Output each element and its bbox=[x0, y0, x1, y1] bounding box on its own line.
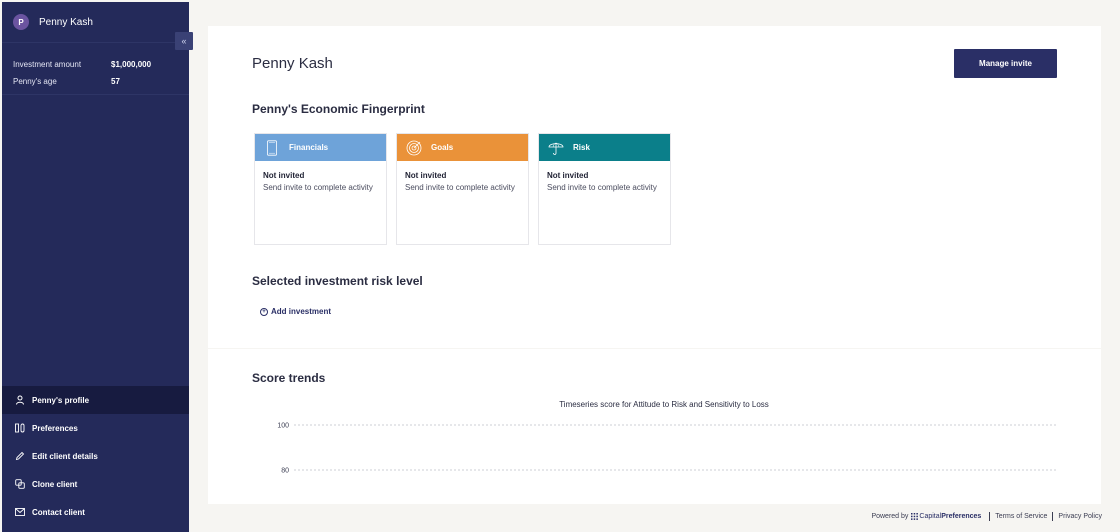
sidebar: P Penny Kash Investment amount $1,000,00… bbox=[2, 2, 189, 532]
fingerprint-cards: Financials Not invited Send invite to co… bbox=[254, 133, 671, 245]
sidebar-item-clone-client[interactable]: Clone client bbox=[2, 470, 189, 498]
sidebar-nav: Penny's profile Preferences Edit client … bbox=[2, 386, 189, 526]
risk-level-title: Selected investment risk level bbox=[252, 274, 423, 288]
card-header: Goals bbox=[397, 134, 528, 161]
brand-grid-icon bbox=[911, 513, 919, 520]
manage-invite-button[interactable]: Manage invite bbox=[954, 49, 1057, 78]
y-tick-label: 100 bbox=[277, 423, 289, 430]
card-status: Not invited bbox=[547, 171, 589, 180]
card-header: Risk bbox=[539, 134, 670, 161]
card-body: Not invited Send invite to complete acti… bbox=[539, 161, 670, 203]
sidebar-item-label: Penny's profile bbox=[32, 395, 90, 405]
footer-divider bbox=[1052, 512, 1054, 521]
fingerprint-title: Penny's Economic Fingerprint bbox=[252, 102, 425, 116]
footer-divider bbox=[989, 512, 991, 521]
info-value: $1,000,000 bbox=[111, 60, 152, 69]
page-title: Penny Kash bbox=[252, 55, 333, 72]
client-name: Penny Kash bbox=[39, 16, 93, 28]
card-title: Risk bbox=[573, 143, 590, 152]
sidebar-item-contact-client[interactable]: Contact client bbox=[2, 498, 189, 526]
info-value: 57 bbox=[111, 77, 120, 86]
sidebar-item-preferences[interactable]: Preferences bbox=[2, 414, 189, 442]
powered-by-text: Powered by bbox=[871, 513, 909, 520]
add-investment-label: Add investment bbox=[271, 307, 332, 316]
sidebar-header: P Penny Kash bbox=[2, 2, 189, 42]
umbrella-icon bbox=[547, 139, 565, 157]
card-description: Send invite to complete activity bbox=[547, 183, 657, 192]
clone-icon bbox=[15, 479, 25, 489]
card-status: Not invited bbox=[405, 171, 447, 180]
avatar: P bbox=[13, 14, 29, 30]
privacy-link[interactable]: Privacy Policy bbox=[1058, 513, 1102, 520]
sidebar-item-edit-client[interactable]: Edit client details bbox=[2, 442, 189, 470]
target-icon bbox=[405, 139, 423, 157]
add-investment-button[interactable]: + Add investment bbox=[260, 307, 331, 316]
sidebar-item-label: Preferences bbox=[32, 423, 78, 433]
info-label: Penny's age bbox=[13, 77, 57, 86]
card-body: Not invited Send invite to complete acti… bbox=[255, 161, 386, 203]
card-status: Not invited bbox=[263, 171, 305, 180]
score-trends-card: Score trends Timeseries score for Attitu… bbox=[208, 349, 1101, 504]
card-title: Goals bbox=[431, 143, 454, 152]
collapse-sidebar-button[interactable]: « bbox=[175, 32, 193, 50]
sidebar-item-profile[interactable]: Penny's profile bbox=[2, 386, 189, 414]
card-header: Financials bbox=[255, 134, 386, 161]
fingerprint-card-goals[interactable]: Goals Not invited Send invite to complet… bbox=[396, 133, 529, 245]
terms-link[interactable]: Terms of Service bbox=[995, 513, 1047, 520]
fingerprint-card-financials[interactable]: Financials Not invited Send invite to co… bbox=[254, 133, 387, 245]
sidebar-item-label: Contact client bbox=[32, 507, 85, 517]
card-description: Send invite to complete activity bbox=[405, 183, 515, 192]
profile-card: Penny Kash Manage invite Penny's Economi… bbox=[208, 26, 1101, 348]
brand-light: Capital bbox=[919, 513, 942, 520]
plus-circle-icon: + bbox=[260, 307, 268, 316]
sidebar-item-label: Edit client details bbox=[32, 451, 98, 461]
pencil-icon bbox=[15, 451, 25, 461]
brand-bold: Preferences bbox=[941, 513, 982, 520]
fingerprint-card-risk[interactable]: Risk Not invited Send invite to complete… bbox=[538, 133, 671, 245]
mail-icon bbox=[15, 507, 25, 517]
card-description: Send invite to complete activity bbox=[263, 183, 373, 192]
sidebar-item-label: Clone client bbox=[32, 479, 78, 489]
client-info: Investment amount $1,000,000 Penny's age… bbox=[2, 42, 189, 95]
phone-icon bbox=[263, 139, 281, 157]
card-body: Not invited Send invite to complete acti… bbox=[397, 161, 528, 203]
y-tick-label: 80 bbox=[281, 468, 289, 475]
info-row-investment: Investment amount $1,000,000 bbox=[13, 56, 178, 73]
brand-logo: Capital Preferences bbox=[911, 513, 981, 520]
card-title: Financials bbox=[289, 143, 329, 152]
footer: Powered by Capital Preferences Terms of S… bbox=[871, 512, 1102, 521]
info-row-age: Penny's age 57 bbox=[13, 73, 178, 90]
score-trends-chart: 100 80 bbox=[277, 423, 1057, 475]
user-icon bbox=[15, 395, 25, 405]
info-label: Investment amount bbox=[13, 60, 82, 69]
preferences-icon bbox=[15, 423, 25, 433]
